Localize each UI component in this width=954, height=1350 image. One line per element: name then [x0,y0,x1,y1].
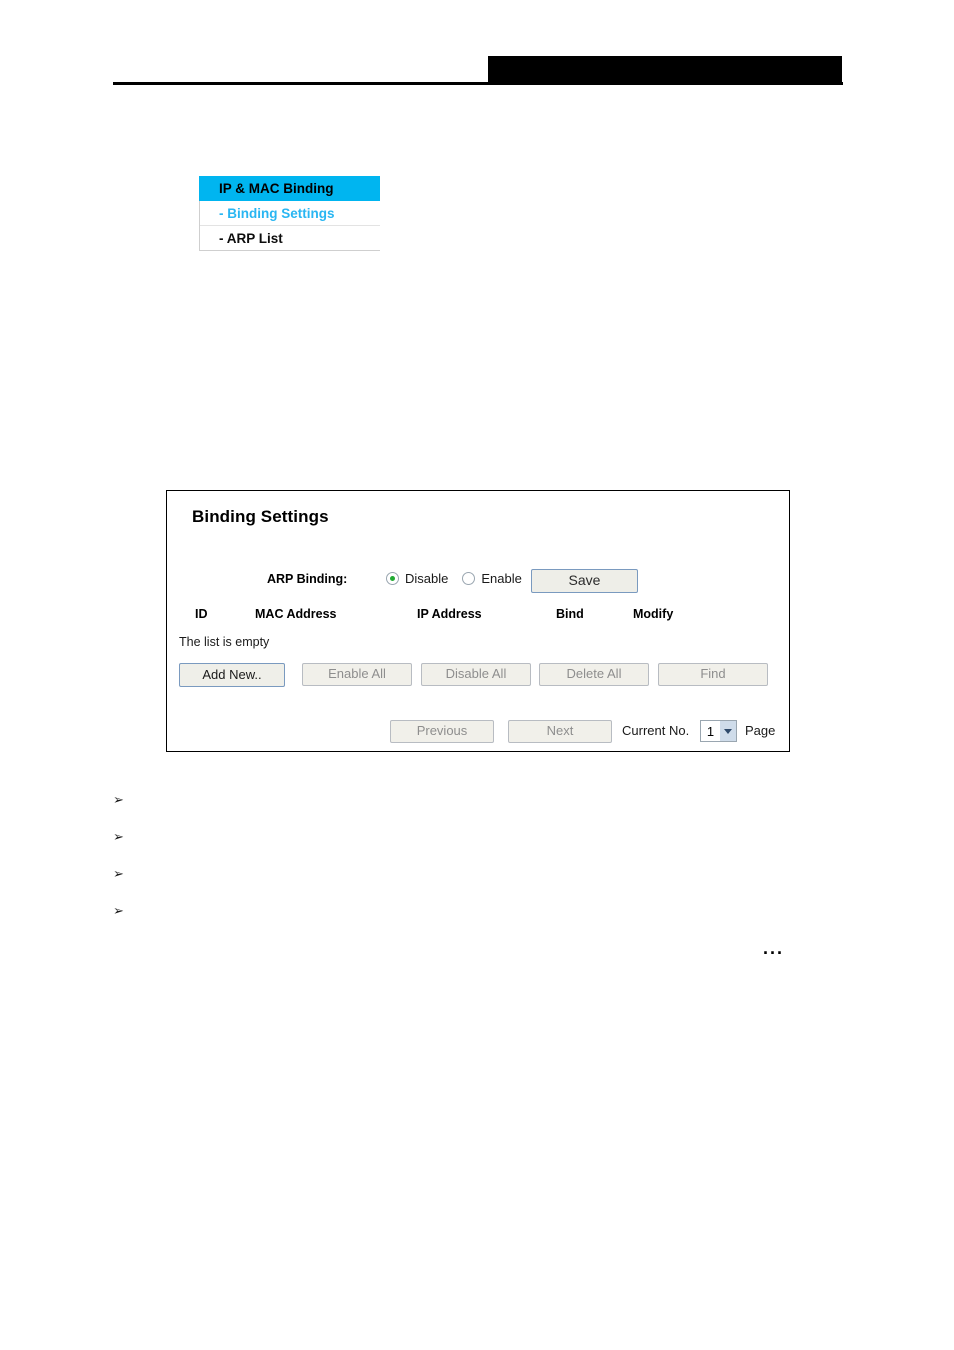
column-header-id: ID [195,607,208,621]
arp-binding-row: ARP Binding: Disable Enable Save [167,569,789,593]
list-item: ➢ [113,829,131,866]
column-header-mac-address: MAC Address [255,607,337,621]
sidebar-nav: IP & MAC Binding - Binding Settings - AR… [199,176,380,251]
list-item: ➢ [113,792,131,829]
table-action-buttons: Add New.. Enable All Disable All Delete … [179,663,791,687]
delete-all-button[interactable]: Delete All [539,663,649,686]
chevron-down-icon[interactable] [720,721,736,741]
sidebar-item-binding-settings[interactable]: - Binding Settings [200,201,380,226]
column-header-ip-address: IP Address [417,607,482,621]
binding-table-header: ID MAC Address IP Address Bind Modify [167,607,789,625]
radio-disable-label[interactable]: Disable [405,571,448,586]
previous-page-button[interactable]: Previous [390,720,494,743]
list-item: ➢ [113,866,131,903]
find-button[interactable]: Find [658,663,768,686]
header-redacted-block [488,56,842,85]
arrow-bullet-icon: ➢ [113,866,124,881]
column-header-modify: Modify [633,607,674,621]
page-number-select[interactable]: 1 [700,720,737,742]
page-suffix-label: Page [745,723,776,738]
radio-enable-label[interactable]: Enable [481,571,521,586]
arrow-bullet-icon: ➢ [113,903,124,918]
arp-binding-radio-group: Disable Enable [386,571,530,586]
arrow-bullet-icon: ➢ [113,792,124,807]
next-page-button[interactable]: Next [508,720,612,743]
column-header-bind: Bind [556,607,584,621]
sidebar-section-ip-mac-binding[interactable]: IP & MAC Binding [199,176,380,201]
notes-list: ➢ ➢ ➢ ➢ [113,792,131,940]
arp-binding-label: ARP Binding: [267,572,348,586]
page-number-value: 1 [706,723,715,739]
radio-enable[interactable] [462,572,476,585]
empty-list-message: The list is empty [179,635,270,649]
enable-all-button[interactable]: Enable All [302,663,412,686]
radio-disable[interactable] [386,572,399,585]
arrow-bullet-icon: ➢ [113,829,124,844]
binding-settings-panel: Binding Settings ARP Binding: Disable En… [166,490,790,752]
current-page-label: Current No. [622,723,690,738]
header-divider-rule [113,82,843,85]
list-item: ➢ [113,903,131,940]
disable-all-button[interactable]: Disable All [421,663,531,686]
sidebar-item-arp-list[interactable]: - ARP List [200,226,380,251]
add-new-button[interactable]: Add New.. [179,663,285,687]
save-button[interactable]: Save [531,569,638,593]
ellipsis-marker: ... [763,938,785,958]
page-title: Binding Settings [192,507,329,526]
pagination-row: Previous Next Current No. 1 Page [179,720,791,744]
